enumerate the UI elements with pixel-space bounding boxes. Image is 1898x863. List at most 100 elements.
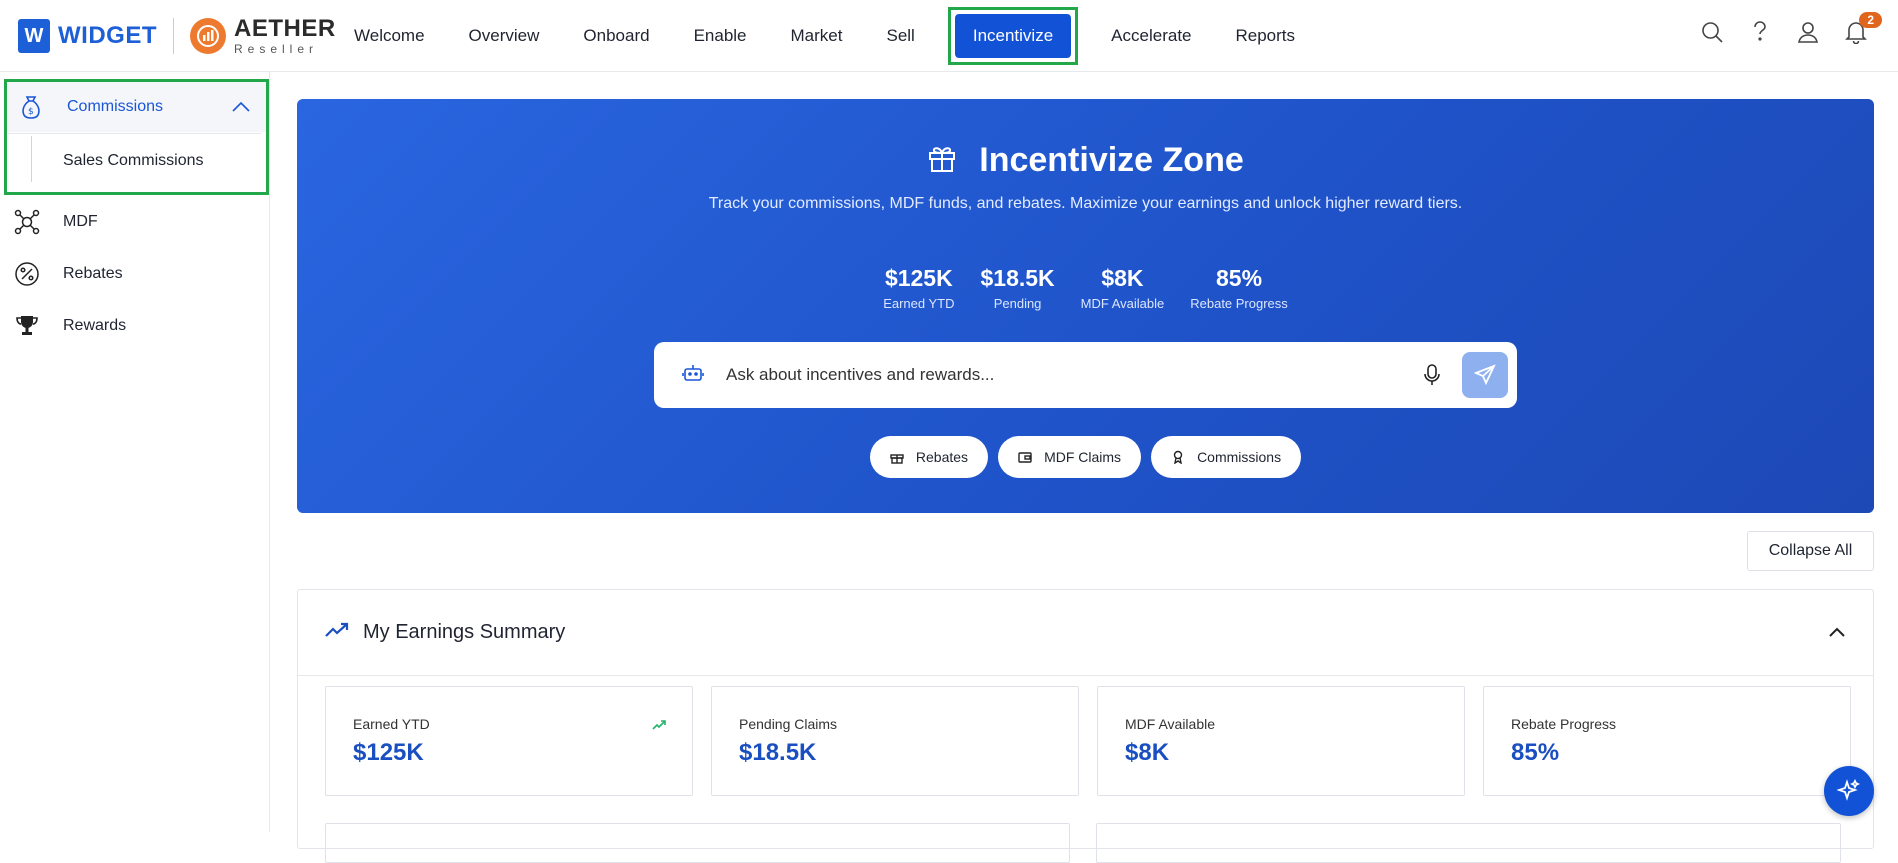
hero-title-row: Incentivize Zone [297,141,1874,180]
chip-rebates[interactable]: Rebates [869,436,989,478]
stat-value: $8K [1101,265,1144,291]
trending-up-icon [652,717,666,735]
card-label: Rebate Progress [1511,716,1617,732]
panel-header[interactable]: My Earnings Summary [298,590,1873,676]
stat-label: Rebate Progress [1190,296,1288,311]
trophy-icon [13,312,41,340]
notification-badge: 2 [1859,12,1882,28]
ai-search-input[interactable] [726,365,1366,385]
earnings-cards: Earned YTD $125K Pending Claims $18.5K M… [325,686,1851,796]
main-nav: Welcome Overview Onboard Enable Market S… [332,0,1317,72]
stat-value: 85% [1215,265,1263,291]
nav-reports[interactable]: Reports [1214,0,1318,72]
widget-logo-mark: W [18,19,50,53]
secondary-card [1096,823,1841,863]
hero-stats: $125K Earned YTD $18.5K Pending $8K MDF … [297,265,1874,311]
card-rebate-progress: Rebate Progress 85% [1483,686,1851,796]
nav-welcome[interactable]: Welcome [332,0,447,72]
quick-chips: Rebates MDF Claims Commissions [297,436,1874,478]
sidebar-item-label: Commissions [67,98,164,115]
collapse-all-button[interactable]: Collapse All [1747,531,1874,571]
ai-search-bar [654,342,1517,408]
stat-value: $18.5K [980,265,1055,291]
wallet-icon [1018,450,1032,464]
brand-divider [173,18,174,54]
microphone-icon[interactable] [1423,363,1441,392]
percent-badge-icon [13,260,41,288]
nav-incentivize[interactable]: Incentivize [954,14,1072,58]
incentivize-hero: Incentivize Zone Track your commissions,… [297,99,1874,513]
sidebar-item-rewards[interactable]: Rewards [0,300,270,352]
sidebar-subitem-label: Sales Commissions [63,152,204,169]
sidebar-item-label: Rewards [63,317,127,334]
card-value: $125K [353,739,424,766]
card-earned-ytd: Earned YTD $125K [325,686,693,796]
trending-up-icon [325,622,349,643]
chip-label: MDF Claims [1044,449,1122,465]
sidebar-item-label: Rebates [63,265,123,282]
ai-assistant-button[interactable] [1824,766,1874,816]
card-label: MDF Available [1125,716,1216,732]
aether-logo-text: AETHER Reseller [234,15,336,56]
brand-logos[interactable]: W WIDGET AETHER Reseller [18,15,336,56]
earnings-secondary-cards [325,823,1841,863]
chip-commissions[interactable]: Commissions [1151,436,1302,478]
nav-onboard[interactable]: Onboard [561,0,671,72]
help-icon[interactable] [1746,18,1774,46]
stat-rebate-progress: 85% Rebate Progress [1190,265,1288,311]
card-label: Pending Claims [739,716,838,732]
notifications-bell-icon[interactable]: 2 [1842,12,1882,46]
card-value: 85% [1511,739,1560,766]
money-bag-icon: $ [17,93,45,121]
network-funds-icon [13,208,41,236]
sidebar-item-mdf[interactable]: MDF [0,196,270,248]
widget-logo-text: WIDGET [58,22,157,49]
sidebar-item-label: MDF [63,213,98,230]
stat-pending: $18.5K Pending [980,265,1054,311]
gift-icon [927,143,957,178]
chip-label: Commissions [1197,449,1282,465]
nav-incentivize-wrap: Incentivize [937,0,1089,72]
card-pending-claims: Pending Claims $18.5K [711,686,1079,796]
nav-enable[interactable]: Enable [672,0,769,72]
stat-label: Earned YTD [883,296,955,311]
nav-accelerate[interactable]: Accelerate [1089,0,1213,72]
send-icon [1474,364,1496,386]
search-icon[interactable] [1698,18,1726,46]
top-icon-group: 2 [1698,12,1882,46]
nav-overview[interactable]: Overview [447,0,562,72]
sidebar-item-rebates[interactable]: Rebates [0,248,270,300]
stat-value: $125K [884,265,953,291]
chevron-up-icon[interactable] [232,100,250,118]
stat-label: Pending [993,296,1042,311]
nav-market[interactable]: Market [769,0,865,72]
card-mdf-available: MDF Available $8K [1097,686,1465,796]
sidebar-subitem-sales-commissions[interactable]: Sales Commissions [7,132,266,190]
hero-description: Track your commissions, MDF funds, and r… [708,195,1463,212]
stat-label: MDF Available [1080,296,1165,311]
panel-title: My Earnings Summary [363,621,566,643]
award-icon [1171,450,1185,464]
user-icon[interactable] [1794,18,1822,46]
earnings-summary-panel: My Earnings Summary Earned YTD $125K Pen… [297,589,1874,863]
nav-highlight-frame: Incentivize [947,7,1079,65]
sidebar-item-commissions[interactable]: $ Commissions [7,82,266,132]
gift-icon [890,450,904,464]
send-button[interactable] [1462,352,1508,398]
chip-label: Rebates [915,449,969,465]
sidebar-list: MDF Rebates Rewards [0,196,270,352]
card-value: $18.5K [739,739,817,766]
aether-logo-icon [190,18,226,54]
svg-text:$: $ [28,107,34,117]
chevron-up-icon[interactable] [1829,624,1845,642]
top-bar: W WIDGET AETHER Reseller Welcome Overvie… [0,0,1898,72]
tree-line [31,136,32,182]
page-title: Incentivize Zone [979,141,1244,179]
stat-mdf-available: $8K MDF Available [1081,265,1165,311]
aether-subtitle: Reseller [234,42,319,56]
nav-sell[interactable]: Sell [864,0,936,72]
stat-earned-ytd: $125K Earned YTD [883,265,954,311]
card-value: $8K [1125,739,1170,766]
aether-name: AETHER [234,15,336,42]
chip-mdf-claims[interactable]: MDF Claims [998,436,1142,478]
